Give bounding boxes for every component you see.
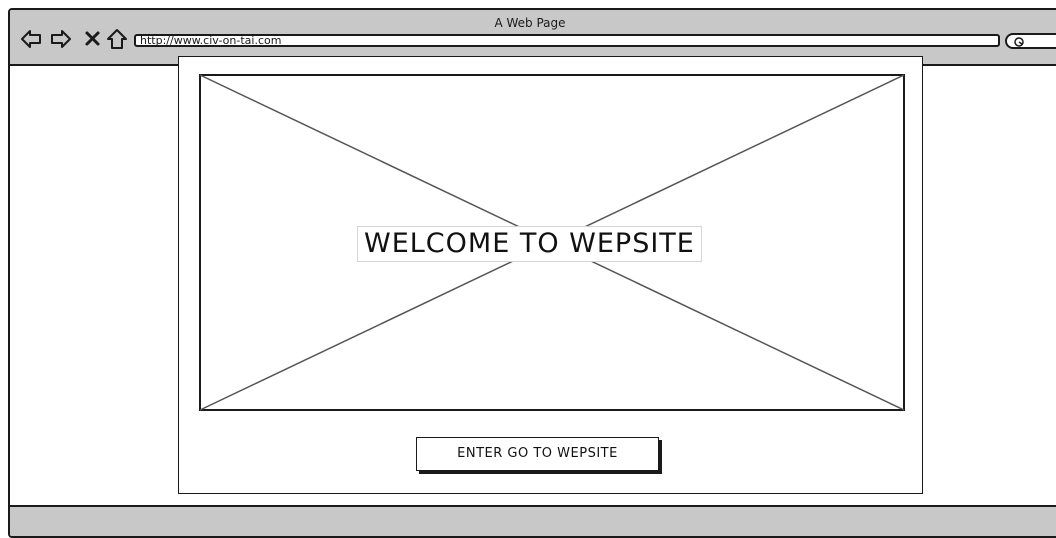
close-x-icon[interactable]	[82, 28, 104, 50]
search-input[interactable]	[1005, 33, 1056, 49]
url-text: http://www.civ-on-tai.com	[140, 34, 282, 47]
welcome-heading: WELCOME TO WEPSITE	[357, 226, 702, 262]
home-icon[interactable]	[106, 28, 128, 50]
enter-website-button[interactable]: ENTER GO TO WEPSITE	[416, 437, 659, 471]
search-icon	[1014, 37, 1024, 47]
page-title: A Web Page	[494, 16, 566, 30]
forward-arrow-icon[interactable]	[50, 28, 72, 50]
browser-statusbar	[10, 505, 1056, 536]
address-bar[interactable]: http://www.civ-on-tai.com	[134, 34, 1000, 47]
back-arrow-icon[interactable]	[20, 28, 42, 50]
